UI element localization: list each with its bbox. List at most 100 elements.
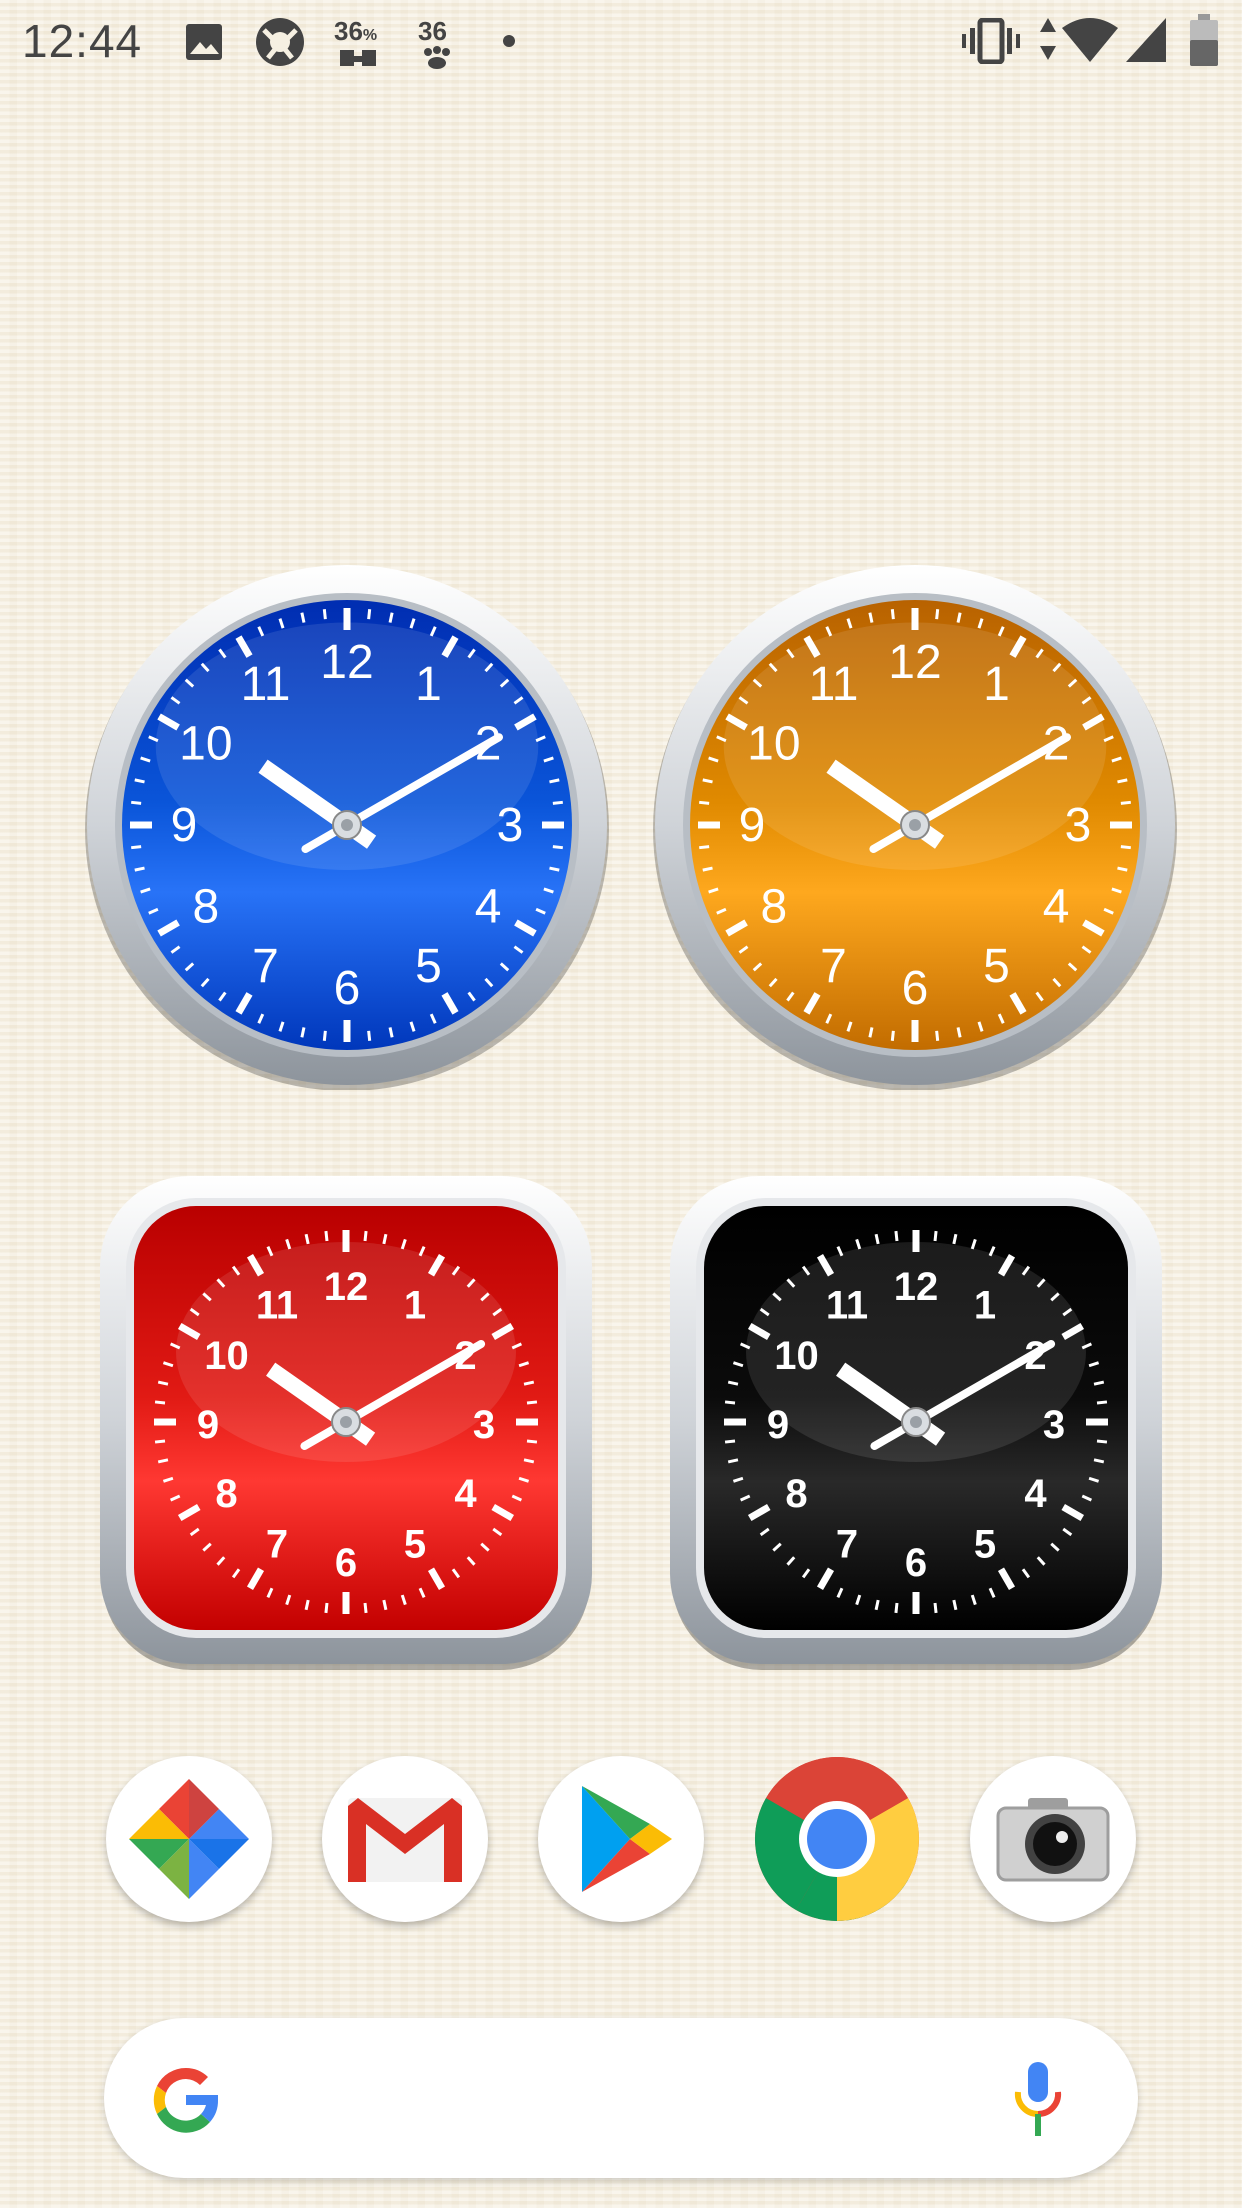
clock-tick (367, 609, 372, 620)
clock-tick (1120, 845, 1131, 850)
clock-tick (154, 1439, 166, 1444)
clock-tick (1093, 1380, 1105, 1386)
clock-tick (304, 1599, 310, 1611)
google-g-icon (153, 2067, 219, 2133)
clock-tick (952, 1233, 958, 1245)
clock-tick (1093, 1458, 1105, 1464)
chrome-app-button[interactable] (754, 1756, 920, 1922)
mic-icon[interactable] (1012, 2060, 1064, 2140)
clock-tick (552, 800, 563, 805)
clock-number: 5 (404, 1523, 426, 1567)
clock-number: 11 (809, 658, 859, 711)
clock-tick (300, 1027, 306, 1038)
clock-tick (935, 1030, 940, 1041)
camera-app-button[interactable] (970, 1756, 1136, 1922)
clock-number: 11 (256, 1283, 298, 1327)
clock-tick (1120, 800, 1131, 805)
weather-temp-1: 36% (334, 16, 378, 46)
clock-tick (727, 1458, 739, 1464)
clock-number: 12 (888, 636, 941, 689)
clock-tick (526, 1439, 538, 1444)
play-store-app-button[interactable] (538, 1756, 704, 1922)
orange-round-clock[interactable]: 121234567891011 (650, 560, 1180, 1090)
clock-tick (933, 1230, 938, 1242)
clock-number: 4 (1024, 1472, 1047, 1516)
red-square-clock[interactable]: 121234567891011 (96, 1172, 596, 1672)
clock-number: 8 (192, 881, 219, 934)
clock-tick (154, 1400, 166, 1405)
clock-number: 1 (983, 658, 1010, 711)
camera-icon (996, 1798, 1110, 1882)
clock-tick (523, 1380, 535, 1386)
clock-tick (894, 1230, 899, 1242)
clock-number: 8 (760, 881, 787, 934)
clock-number: 4 (475, 881, 502, 934)
clock-tick (388, 612, 394, 623)
paw-icon (424, 46, 450, 69)
clock-tick (699, 800, 710, 805)
clock-number: 11 (241, 658, 291, 711)
clock-number: 3 (497, 799, 524, 852)
clock-tick (322, 1030, 327, 1041)
clock-tick (552, 845, 563, 850)
clock-number: 12 (324, 1265, 369, 1309)
clock-tick (933, 1602, 938, 1614)
black-square-clock[interactable]: 121234567891011 (666, 1172, 1166, 1672)
clock-tick (388, 1027, 394, 1038)
clock-number: 6 (335, 1541, 357, 1585)
image-icon (186, 24, 222, 60)
clock-tick (868, 612, 874, 623)
clock-tick (1117, 866, 1128, 872)
vibrate-icon (962, 18, 1020, 64)
clock-tick (157, 1380, 169, 1386)
clock-number: 3 (473, 1403, 495, 1447)
clock-face-red: 121234567891011 (100, 1176, 592, 1670)
clock-tick (935, 609, 940, 620)
clock-tick (874, 1233, 880, 1245)
clock-number: 12 (320, 636, 373, 689)
app-notification-icon (256, 18, 304, 66)
clock-number: 10 (179, 718, 232, 771)
clock-tick (324, 1602, 329, 1614)
weather-temp-2: 36 (418, 16, 447, 46)
clock-tick (549, 866, 560, 872)
clock-number: 3 (1043, 1403, 1065, 1447)
clock-tick (890, 1030, 895, 1041)
clock-number: 6 (905, 1541, 927, 1585)
clock-number: 11 (826, 1283, 868, 1327)
clock-number: 5 (415, 940, 442, 993)
play-store-icon (582, 1786, 672, 1892)
blue-round-clock[interactable]: 121234567891011 (82, 560, 612, 1090)
clock-number: 10 (747, 718, 800, 771)
clock-tick (322, 609, 327, 620)
clock-tick (1096, 1400, 1108, 1405)
status-bar: 12:44 36% 36 (0, 0, 1242, 84)
wifi-icon (1062, 18, 1118, 62)
clock-tick (363, 1230, 368, 1242)
clock-number: 7 (820, 940, 847, 993)
google-search-bar[interactable] (104, 2018, 1138, 2178)
clock-tick (956, 1027, 962, 1038)
search-input[interactable] (254, 2048, 958, 2150)
clock-number: 10 (204, 1334, 249, 1378)
clock-number: 7 (266, 1523, 288, 1567)
clock-number: 9 (197, 1403, 219, 1447)
clock-number: 1 (974, 1283, 996, 1327)
clock-tick (724, 1400, 736, 1405)
clock-number: 7 (836, 1523, 858, 1567)
clock-number: 5 (974, 1523, 996, 1567)
clock-tick (131, 800, 142, 805)
gmail-app-button[interactable] (322, 1756, 488, 1922)
clock-tick (699, 845, 710, 850)
clock-number: 3 (1065, 799, 1092, 852)
clock-number: 9 (171, 799, 198, 852)
status-time: 12:44 (22, 15, 143, 67)
clock-number: 4 (454, 1472, 477, 1516)
photos-app-button[interactable] (106, 1756, 272, 1922)
clock-tick (324, 1230, 329, 1242)
clock-number: 8 (215, 1472, 237, 1516)
clock-tick (702, 866, 713, 872)
clock-number: 1 (404, 1283, 426, 1327)
clock-tick (1117, 778, 1128, 784)
clock-number: 4 (1043, 881, 1070, 934)
